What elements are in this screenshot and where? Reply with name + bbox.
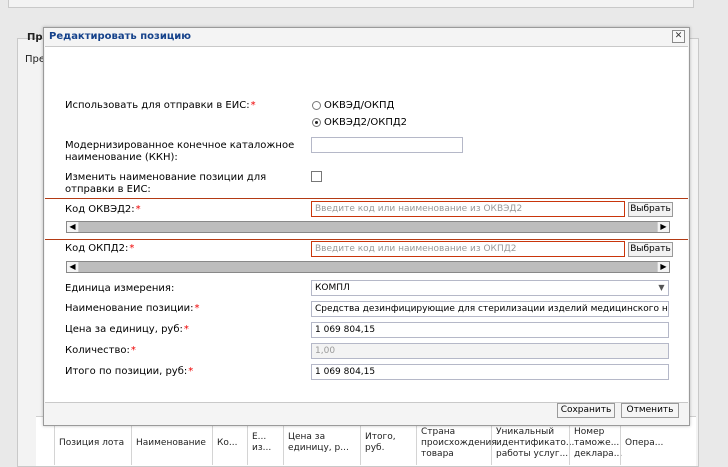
grid-column-header[interactable]: Е... из... — [247, 421, 283, 465]
kkn-input[interactable] — [311, 137, 463, 153]
grid-column-header[interactable]: Ко... — [212, 421, 247, 465]
scroll-left-icon[interactable]: ◀ — [67, 262, 78, 272]
radio-button-icon — [312, 101, 321, 110]
price-input[interactable]: 1 069 804,15 — [311, 322, 669, 338]
okved2-input[interactable]: Введите код или наименование из ОКВЭД2 — [311, 201, 625, 217]
kkn-label: Модернизированное конечное каталожное на… — [65, 140, 295, 163]
dialog-title: Редактировать позицию — [49, 31, 191, 42]
unit-label: Единица измерения: — [65, 283, 175, 294]
cancel-button[interactable]: Отменить — [621, 403, 679, 418]
scroll-thumb[interactable] — [79, 262, 657, 272]
okpd2-select-button[interactable]: Выбрать — [628, 242, 673, 257]
scroll-thumb[interactable] — [79, 222, 657, 232]
okved2-select-button[interactable]: Выбрать — [628, 202, 673, 217]
scroll-left-icon[interactable]: ◀ — [67, 222, 78, 232]
position-name-input[interactable]: Средства дезинфицирующие для стерилизаци… — [311, 301, 669, 317]
grid-column-header[interactable]: Уникальный идентификато... работы услуг.… — [491, 421, 574, 465]
radio-okved2-okpd2[interactable]: ОКВЭД2/ОКПД2 — [312, 117, 407, 128]
quantity-input: 1,00 — [311, 343, 669, 359]
total-label: Итого по позиции, руб:* — [65, 366, 194, 377]
okpd2-label: Код ОКПД2:* — [65, 243, 135, 254]
okved2-label: Код ОКВЭД2:* — [65, 204, 141, 215]
use-for-eis-label: Использовать для отправки в ЕИС:* — [65, 100, 256, 111]
dialog-body: Использовать для отправки в ЕИС:* ОКВЭД/… — [45, 46, 688, 403]
grid-column-header[interactable]: Итого, руб. — [360, 421, 416, 465]
scroll-right-icon[interactable]: ▶ — [658, 222, 669, 232]
edit-position-dialog: Редактировать позицию ✕ Использовать для… — [43, 27, 690, 426]
radio-button-selected-icon — [312, 118, 321, 127]
grid-column-header[interactable]: Номер таможе... деклара... — [569, 421, 622, 465]
okpd2-scrollbar[interactable]: ◀ ▶ — [66, 261, 670, 273]
background-top-panel — [8, 0, 694, 8]
radio-okved-okpd[interactable]: ОКВЭД/ОКПД — [312, 100, 394, 111]
grid-column-header[interactable]: Позиция лота — [54, 421, 131, 465]
total-input[interactable]: 1 069 804,15 — [311, 364, 669, 380]
save-button[interactable]: Сохранить — [557, 403, 615, 418]
position-name-label: Наименование позиции:* — [65, 303, 200, 314]
change-name-label: Изменить наименование позиции для отправ… — [65, 172, 267, 195]
price-label: Цена за единицу, руб:* — [65, 324, 189, 335]
grid-column-header[interactable]: Опера... — [620, 421, 663, 465]
change-name-checkbox[interactable] — [311, 171, 322, 182]
okved2-top-border — [45, 198, 688, 199]
grid-column-header[interactable]: Цена за единицу, р... — [283, 421, 360, 465]
chevron-down-icon[interactable]: ▼ — [655, 281, 668, 295]
close-icon[interactable]: ✕ — [672, 30, 685, 43]
background-section-label: Пр — [27, 32, 43, 43]
okved2-scrollbar[interactable]: ◀ ▶ — [66, 221, 670, 233]
okpd2-top-border — [45, 239, 688, 240]
okpd2-input[interactable]: Введите код или наименование из ОКПД2 — [311, 241, 625, 257]
grid-column-header[interactable]: Страна происхождения товара — [416, 421, 497, 465]
quantity-label: Количество:* — [65, 345, 136, 356]
scroll-right-icon[interactable]: ▶ — [658, 262, 669, 272]
grid-column-header[interactable]: Наименование — [131, 421, 212, 465]
unit-select[interactable]: КОМПЛ ▼ — [311, 280, 669, 296]
